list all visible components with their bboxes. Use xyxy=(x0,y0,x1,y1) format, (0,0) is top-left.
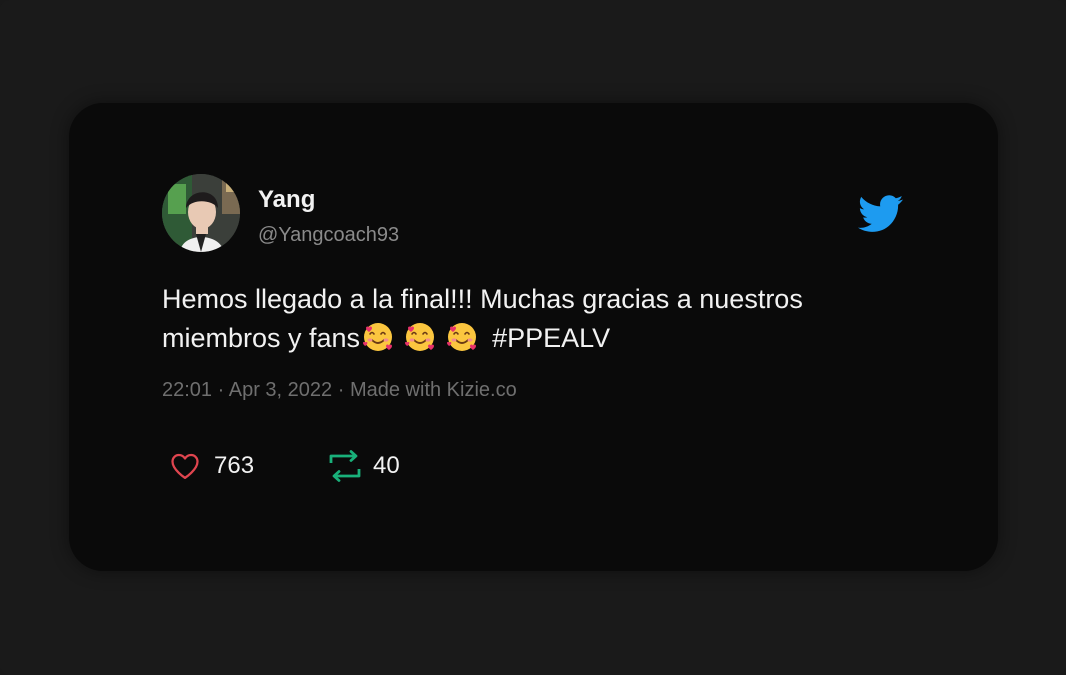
meta-separator: · xyxy=(217,379,225,401)
tweet-text-line2: miembros y fans xyxy=(162,323,361,353)
retweet-button[interactable]: 40 xyxy=(328,450,400,482)
hashtag-link[interactable]: #PPEALV xyxy=(492,323,610,353)
page-background: Yang @Yangcoach93 Hemos llegado a la fin… xyxy=(0,0,1066,675)
author-handle[interactable]: @Yangcoach93 xyxy=(258,225,399,245)
smiling-face-with-hearts-icon xyxy=(363,323,393,351)
retweet-count: 40 xyxy=(373,452,400,479)
author-name[interactable]: Yang xyxy=(258,188,315,212)
avatar-image xyxy=(162,174,240,252)
tweet-date[interactable]: Apr 3, 2022 xyxy=(229,379,332,401)
tweet-text: Hemos llegado a la final!!! Muchas graci… xyxy=(162,280,882,358)
avatar[interactable] xyxy=(162,174,240,252)
meta-separator: · xyxy=(337,379,345,401)
made-with-credit[interactable]: Made with Kizie.co xyxy=(350,379,517,401)
smiling-face-with-hearts-icon xyxy=(447,323,477,351)
smiling-face-with-hearts-icon xyxy=(405,323,435,351)
tweet-time[interactable]: 22:01 xyxy=(162,379,212,401)
tweet-actions: 763 40 xyxy=(170,449,400,483)
retweet-icon xyxy=(329,450,361,482)
like-count: 763 xyxy=(214,452,255,479)
tweet-card: Yang @Yangcoach93 Hemos llegado a la fin… xyxy=(69,103,998,571)
twitter-bird-icon[interactable] xyxy=(858,195,904,233)
like-button[interactable]: 763 xyxy=(170,452,328,480)
heart-outline-icon xyxy=(171,453,199,479)
tweet-meta: 22:01 · Apr 3, 2022 · Made with Kizie.co xyxy=(162,380,517,400)
tweet-text-line1: Hemos llegado a la final!!! Muchas graci… xyxy=(162,284,803,314)
